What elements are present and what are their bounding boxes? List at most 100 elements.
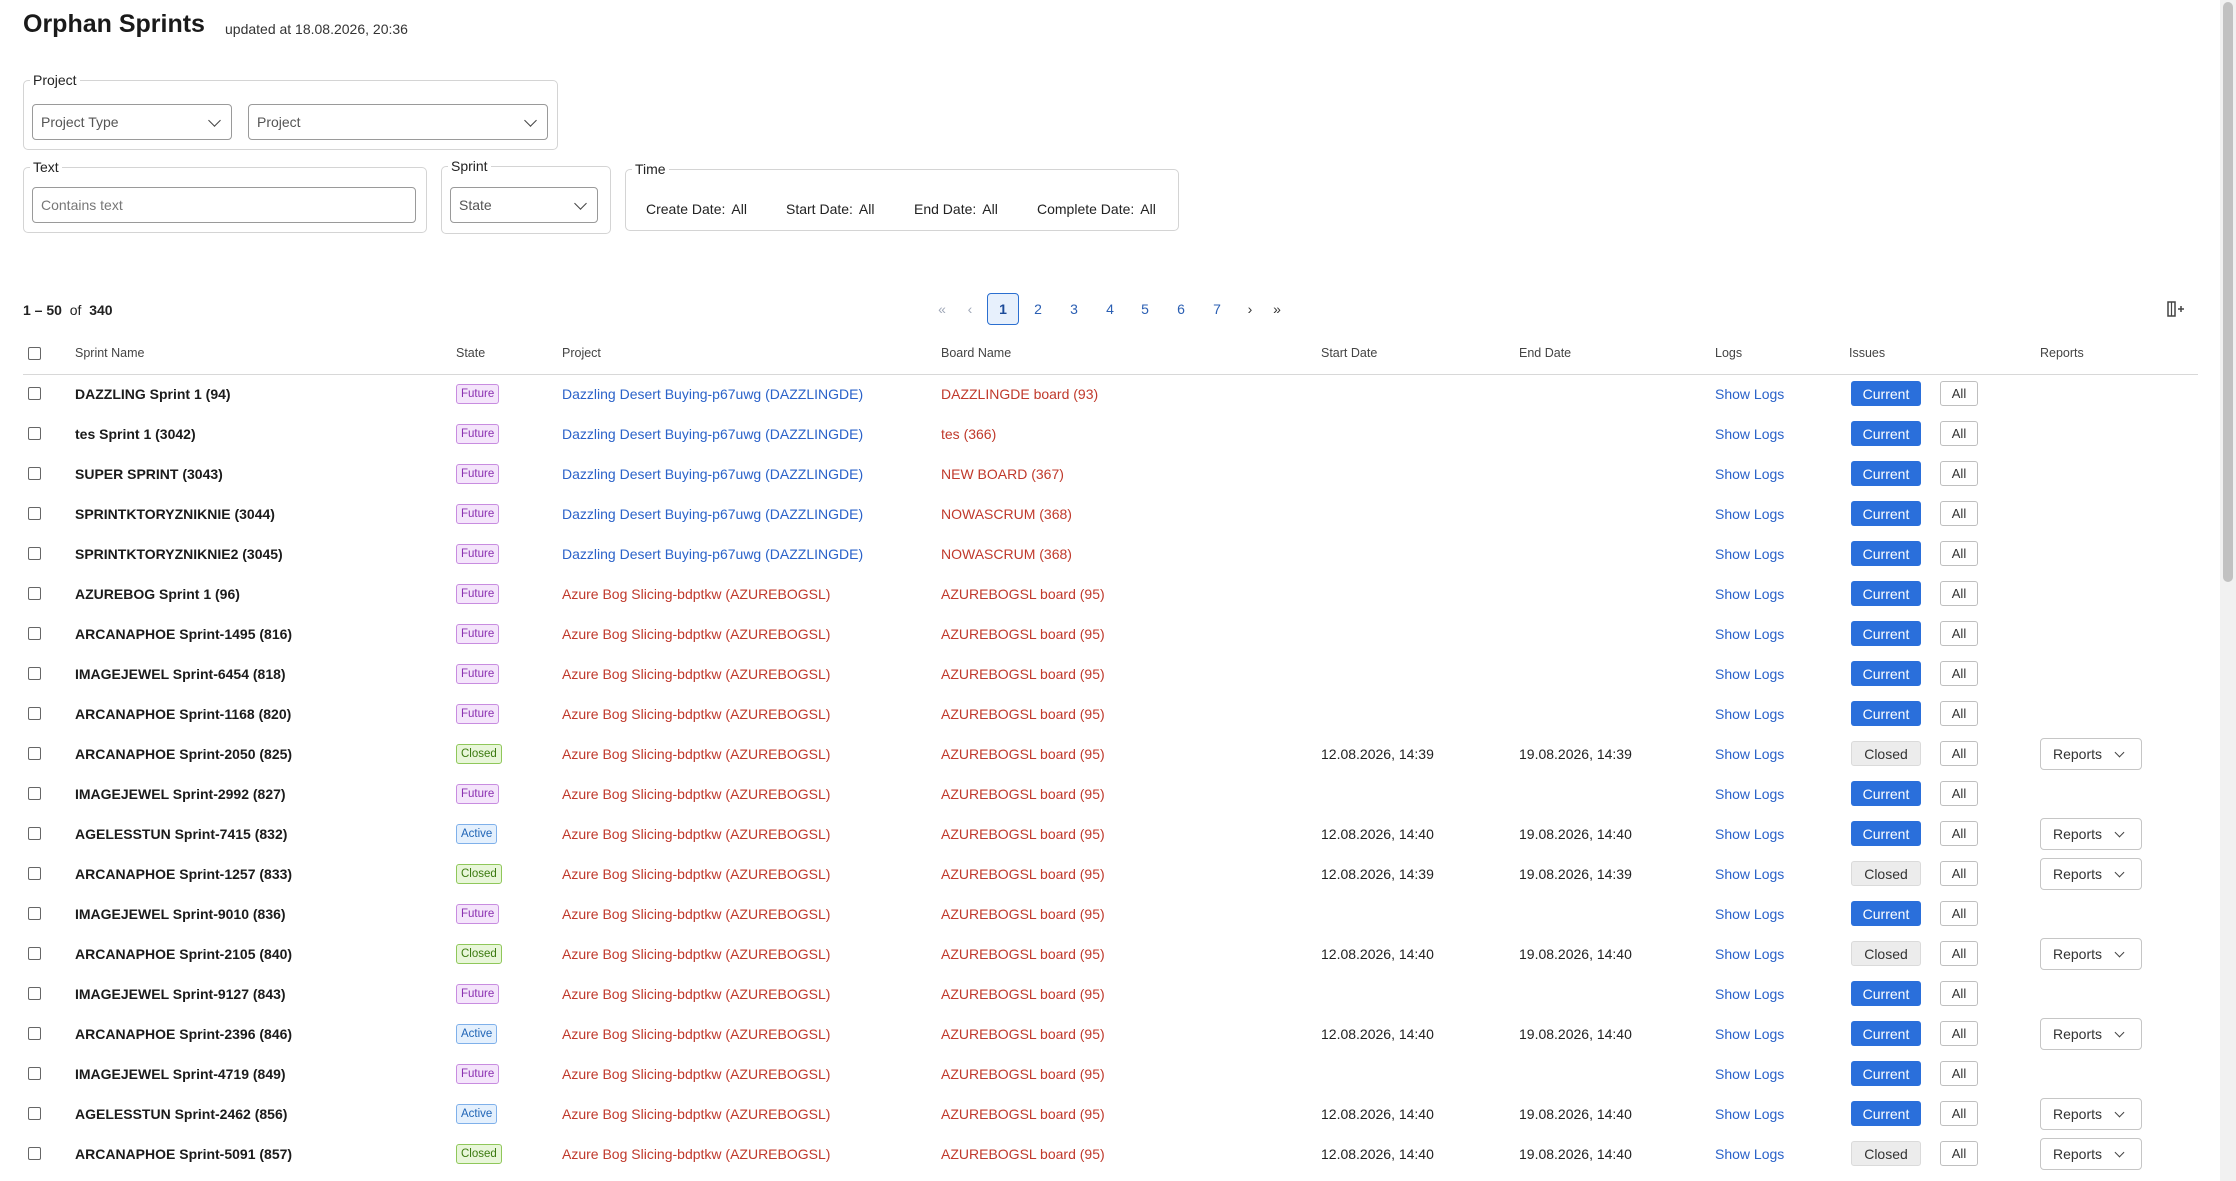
show-logs-link[interactable]: Show Logs xyxy=(1715,626,1784,642)
board-link[interactable]: AZUREBOGSL board (95) xyxy=(941,586,1105,602)
board-link[interactable]: NEW BOARD (367) xyxy=(941,466,1064,482)
col-project[interactable]: Project xyxy=(562,346,601,360)
current-issues-button[interactable]: Current xyxy=(1851,621,1921,646)
all-issues-button[interactable]: All xyxy=(1940,1061,1978,1086)
board-link[interactable]: AZUREBOGSL board (95) xyxy=(941,1066,1105,1082)
row-checkbox[interactable] xyxy=(28,507,41,520)
row-checkbox[interactable] xyxy=(28,1027,41,1040)
all-issues-button[interactable]: All xyxy=(1940,1021,1978,1046)
current-issues-button[interactable]: Current xyxy=(1851,541,1921,566)
row-checkbox[interactable] xyxy=(28,747,41,760)
show-logs-link[interactable]: Show Logs xyxy=(1715,506,1784,522)
project-link[interactable]: Dazzling Desert Buying-p67uwg (DAZZLINGD… xyxy=(562,386,863,402)
project-link[interactable]: Dazzling Desert Buying-p67uwg (DAZZLINGD… xyxy=(562,546,863,562)
closed-issues-button[interactable]: Closed xyxy=(1851,861,1921,886)
current-issues-button[interactable]: Current xyxy=(1851,1021,1921,1046)
current-issues-button[interactable]: Current xyxy=(1851,781,1921,806)
project-link[interactable]: Dazzling Desert Buying-p67uwg (DAZZLINGD… xyxy=(562,426,863,442)
reports-dropdown-button[interactable]: Reports xyxy=(2040,938,2142,970)
show-logs-link[interactable]: Show Logs xyxy=(1715,706,1784,722)
board-link[interactable]: AZUREBOGSL board (95) xyxy=(941,1146,1105,1162)
current-issues-button[interactable]: Current xyxy=(1851,661,1921,686)
board-link[interactable]: AZUREBOGSL board (95) xyxy=(941,986,1105,1002)
closed-issues-button[interactable]: Closed xyxy=(1851,741,1921,766)
row-checkbox[interactable] xyxy=(28,467,41,480)
current-issues-button[interactable]: Current xyxy=(1851,421,1921,446)
create-date-filter[interactable]: Create Date: All xyxy=(646,201,747,217)
reports-dropdown-button[interactable]: Reports xyxy=(2040,1018,2142,1050)
reports-dropdown-button[interactable]: Reports xyxy=(2040,1138,2142,1170)
show-logs-link[interactable]: Show Logs xyxy=(1715,786,1784,802)
current-issues-button[interactable]: Current xyxy=(1851,821,1921,846)
all-issues-button[interactable]: All xyxy=(1940,901,1978,926)
all-issues-button[interactable]: All xyxy=(1940,861,1978,886)
prev-page-icon[interactable]: ‹ xyxy=(954,293,986,325)
start-date-filter[interactable]: Start Date: All xyxy=(786,201,874,217)
show-logs-link[interactable]: Show Logs xyxy=(1715,1106,1784,1122)
board-link[interactable]: AZUREBOGSL board (95) xyxy=(941,906,1105,922)
board-link[interactable]: AZUREBOGSL board (95) xyxy=(941,866,1105,882)
page-4-button[interactable]: 4 xyxy=(1094,293,1126,325)
all-issues-button[interactable]: All xyxy=(1940,421,1978,446)
vertical-scrollbar[interactable] xyxy=(2220,0,2236,1181)
row-checkbox[interactable] xyxy=(28,1067,41,1080)
page-3-button[interactable]: 3 xyxy=(1058,293,1090,325)
project-link[interactable]: Azure Bog Slicing-bdptkw (AZUREBOGSL) xyxy=(562,986,830,1002)
show-logs-link[interactable]: Show Logs xyxy=(1715,466,1784,482)
all-issues-button[interactable]: All xyxy=(1940,981,1978,1006)
project-link[interactable]: Azure Bog Slicing-bdptkw (AZUREBOGSL) xyxy=(562,1066,830,1082)
board-link[interactable]: AZUREBOGSL board (95) xyxy=(941,826,1105,842)
board-link[interactable]: AZUREBOGSL board (95) xyxy=(941,626,1105,642)
project-type-select[interactable]: Project Type xyxy=(32,104,232,140)
complete-date-filter[interactable]: Complete Date: All xyxy=(1037,201,1156,217)
all-issues-button[interactable]: All xyxy=(1940,501,1978,526)
col-board-name[interactable]: Board Name xyxy=(941,346,1011,360)
row-checkbox[interactable] xyxy=(28,587,41,600)
project-link[interactable]: Azure Bog Slicing-bdptkw (AZUREBOGSL) xyxy=(562,866,830,882)
all-issues-button[interactable]: All xyxy=(1940,461,1978,486)
all-issues-button[interactable]: All xyxy=(1940,541,1978,566)
row-checkbox[interactable] xyxy=(28,707,41,720)
project-link[interactable]: Azure Bog Slicing-bdptkw (AZUREBOGSL) xyxy=(562,1146,830,1162)
show-logs-link[interactable]: Show Logs xyxy=(1715,826,1784,842)
current-issues-button[interactable]: Current xyxy=(1851,581,1921,606)
reports-dropdown-button[interactable]: Reports xyxy=(2040,1098,2142,1130)
all-issues-button[interactable]: All xyxy=(1940,661,1978,686)
col-sprint-name[interactable]: Sprint Name xyxy=(75,346,144,360)
project-link[interactable]: Azure Bog Slicing-bdptkw (AZUREBOGSL) xyxy=(562,1106,830,1122)
row-checkbox[interactable] xyxy=(28,547,41,560)
show-logs-link[interactable]: Show Logs xyxy=(1715,666,1784,682)
scrollbar-thumb[interactable] xyxy=(2223,2,2233,582)
project-link[interactable]: Dazzling Desert Buying-p67uwg (DAZZLINGD… xyxy=(562,466,863,482)
col-state[interactable]: State xyxy=(456,346,485,360)
select-all-checkbox[interactable] xyxy=(28,347,41,360)
current-issues-button[interactable]: Current xyxy=(1851,461,1921,486)
project-link[interactable]: Dazzling Desert Buying-p67uwg (DAZZLINGD… xyxy=(562,506,863,522)
current-issues-button[interactable]: Current xyxy=(1851,501,1921,526)
reports-dropdown-button[interactable]: Reports xyxy=(2040,738,2142,770)
page-7-button[interactable]: 7 xyxy=(1201,293,1233,325)
all-issues-button[interactable]: All xyxy=(1940,941,1978,966)
page-2-button[interactable]: 2 xyxy=(1022,293,1054,325)
project-link[interactable]: Azure Bog Slicing-bdptkw (AZUREBOGSL) xyxy=(562,1026,830,1042)
project-link[interactable]: Azure Bog Slicing-bdptkw (AZUREBOGSL) xyxy=(562,826,830,842)
board-link[interactable]: AZUREBOGSL board (95) xyxy=(941,1106,1105,1122)
show-logs-link[interactable]: Show Logs xyxy=(1715,1026,1784,1042)
current-issues-button[interactable]: Current xyxy=(1851,1101,1921,1126)
show-logs-link[interactable]: Show Logs xyxy=(1715,906,1784,922)
project-link[interactable]: Azure Bog Slicing-bdptkw (AZUREBOGSL) xyxy=(562,946,830,962)
show-logs-link[interactable]: Show Logs xyxy=(1715,946,1784,962)
show-logs-link[interactable]: Show Logs xyxy=(1715,586,1784,602)
end-date-filter[interactable]: End Date: All xyxy=(914,201,998,217)
all-issues-button[interactable]: All xyxy=(1940,581,1978,606)
all-issues-button[interactable]: All xyxy=(1940,701,1978,726)
all-issues-button[interactable]: All xyxy=(1940,741,1978,766)
col-start-date[interactable]: Start Date xyxy=(1321,346,1377,360)
row-checkbox[interactable] xyxy=(28,867,41,880)
board-link[interactable]: AZUREBOGSL board (95) xyxy=(941,666,1105,682)
current-issues-button[interactable]: Current xyxy=(1851,981,1921,1006)
row-checkbox[interactable] xyxy=(28,1107,41,1120)
row-checkbox[interactable] xyxy=(28,787,41,800)
show-logs-link[interactable]: Show Logs xyxy=(1715,546,1784,562)
board-link[interactable]: AZUREBOGSL board (95) xyxy=(941,746,1105,762)
